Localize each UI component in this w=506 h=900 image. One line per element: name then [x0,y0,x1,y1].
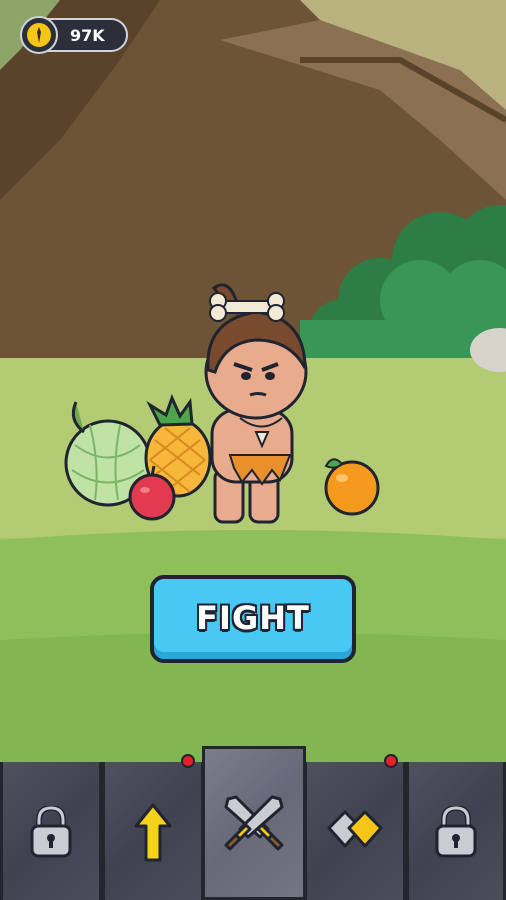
fight-label: FIGHT [196,599,310,637]
bottom-nav [0,746,506,900]
coin-amount: 97K [70,26,105,45]
nav-tab-gems[interactable] [304,762,406,900]
nav-tab-locked-2[interactable] [406,762,506,900]
nav-tab-fight[interactable] [202,746,306,900]
nav-tab-locked-1[interactable] [0,762,102,900]
coin-icon [20,16,58,54]
lock-icon [30,806,72,858]
coin-counter: 97K [20,16,128,54]
upgrade-arrow-icon [134,803,172,862]
notification-dot [384,754,398,768]
lock-icon [435,806,477,858]
notification-dot [181,754,195,768]
fight-button[interactable]: FIGHT [150,575,356,663]
nav-tab-upgrade[interactable] [102,762,204,900]
orange [324,458,380,516]
crossed-swords-icon [224,795,284,851]
gems-icon [327,810,383,848]
